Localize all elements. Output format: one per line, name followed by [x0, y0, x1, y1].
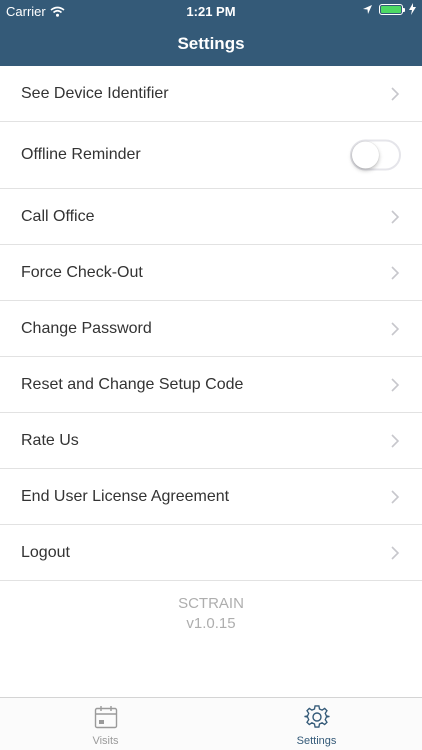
chevron-right-icon — [391, 545, 400, 560]
header: Carrier 1:21 PM Settings — [0, 0, 422, 66]
page-title: Settings — [177, 34, 245, 53]
row-label: Offline Reminder — [21, 146, 141, 163]
settings-row-rate-us[interactable]: Rate Us — [0, 413, 422, 469]
settings-row-eula[interactable]: End User License Agreement — [0, 469, 422, 525]
calendar-icon — [94, 706, 117, 729]
settings-row-reset-setup-code[interactable]: Reset and Change Setup Code — [0, 357, 422, 413]
gear-icon — [303, 705, 330, 728]
settings-row-offline-reminder: Offline Reminder — [0, 122, 422, 189]
chevron-right-icon — [391, 489, 400, 504]
app-name: SCTRAIN — [178, 595, 244, 612]
settings-row-call-office[interactable]: Call Office — [0, 189, 422, 245]
status-time: 1:21 PM — [186, 4, 236, 19]
row-label: Call Office — [21, 207, 95, 225]
chevron-right-icon — [391, 433, 400, 448]
offline-reminder-toggle[interactable] — [350, 139, 401, 171]
chevron-right-icon — [391, 321, 400, 336]
settings-row-logout[interactable]: Logout — [0, 525, 422, 581]
settings-row-change-password[interactable]: Change Password — [0, 301, 422, 357]
settings-row-device-identifier[interactable]: See Device Identifier — [0, 66, 422, 122]
app-version: v1.0.15 — [186, 615, 236, 632]
toggle-knob — [352, 141, 379, 169]
chevron-right-icon — [391, 86, 400, 101]
app-info: SCTRAIN v1.0.15 — [0, 594, 422, 634]
status-bar: Carrier 1:21 PM — [0, 0, 422, 22]
status-right — [362, 3, 416, 15]
tab-visits[interactable]: Visits — [0, 698, 211, 750]
settings-list: See Device Identifier Offline Reminder C… — [0, 66, 422, 581]
chevron-right-icon — [391, 377, 400, 392]
tab-label: Visits — [92, 735, 119, 747]
row-label: Logout — [21, 543, 70, 561]
battery-icon — [379, 3, 405, 15]
charging-bolt-icon — [409, 3, 416, 15]
row-label: Change Password — [21, 319, 152, 337]
row-label: Force Check-Out — [21, 263, 143, 281]
settings-row-force-check-out[interactable]: Force Check-Out — [0, 245, 422, 301]
chevron-right-icon — [391, 265, 400, 280]
chevron-right-icon — [391, 209, 400, 224]
row-label: Rate Us — [21, 431, 79, 449]
location-arrow-icon — [363, 4, 372, 14]
row-label: See Device Identifier — [21, 84, 169, 102]
tab-label: Settings — [296, 735, 337, 747]
tab-bar: Visits Settings — [0, 697, 422, 750]
row-label: Reset and Change Setup Code — [21, 375, 244, 393]
tab-settings[interactable]: Settings — [211, 698, 422, 750]
row-label: End User License Agreement — [21, 487, 230, 505]
